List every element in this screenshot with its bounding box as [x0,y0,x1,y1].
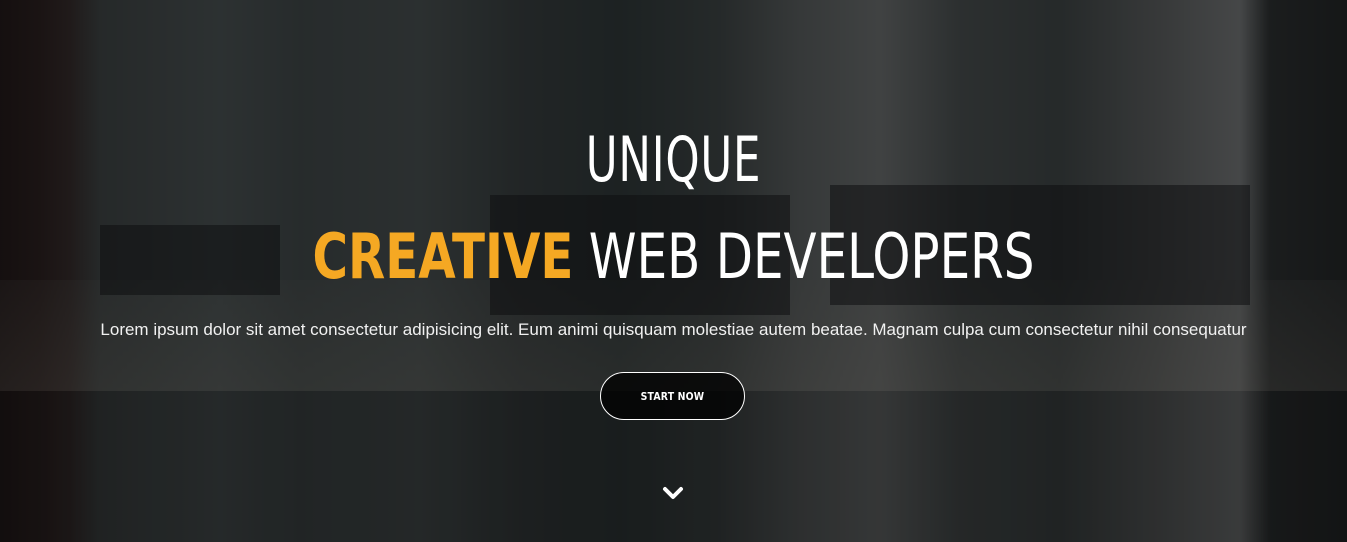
hero-content: UNIQUE CREATIVE WEB DEVELOPERS Lorem ips… [0,0,1347,542]
hero-title-accent: CREATIVE [312,220,574,293]
hero-title-rest: WEB DEVELOPERS [588,220,1035,293]
chevron-down-icon[interactable] [661,484,685,502]
hero-title-line2: CREATIVE WEB DEVELOPERS [148,218,1199,296]
hero-subtitle: Lorem ipsum dolor sit amet consectetur a… [100,320,1247,339]
start-now-label: START NOW [640,390,705,403]
hero-title-line1: UNIQUE [585,123,762,196]
start-now-button[interactable]: START NOW [600,372,745,420]
hero-section: UNIQUE CREATIVE WEB DEVELOPERS Lorem ips… [0,0,1347,542]
